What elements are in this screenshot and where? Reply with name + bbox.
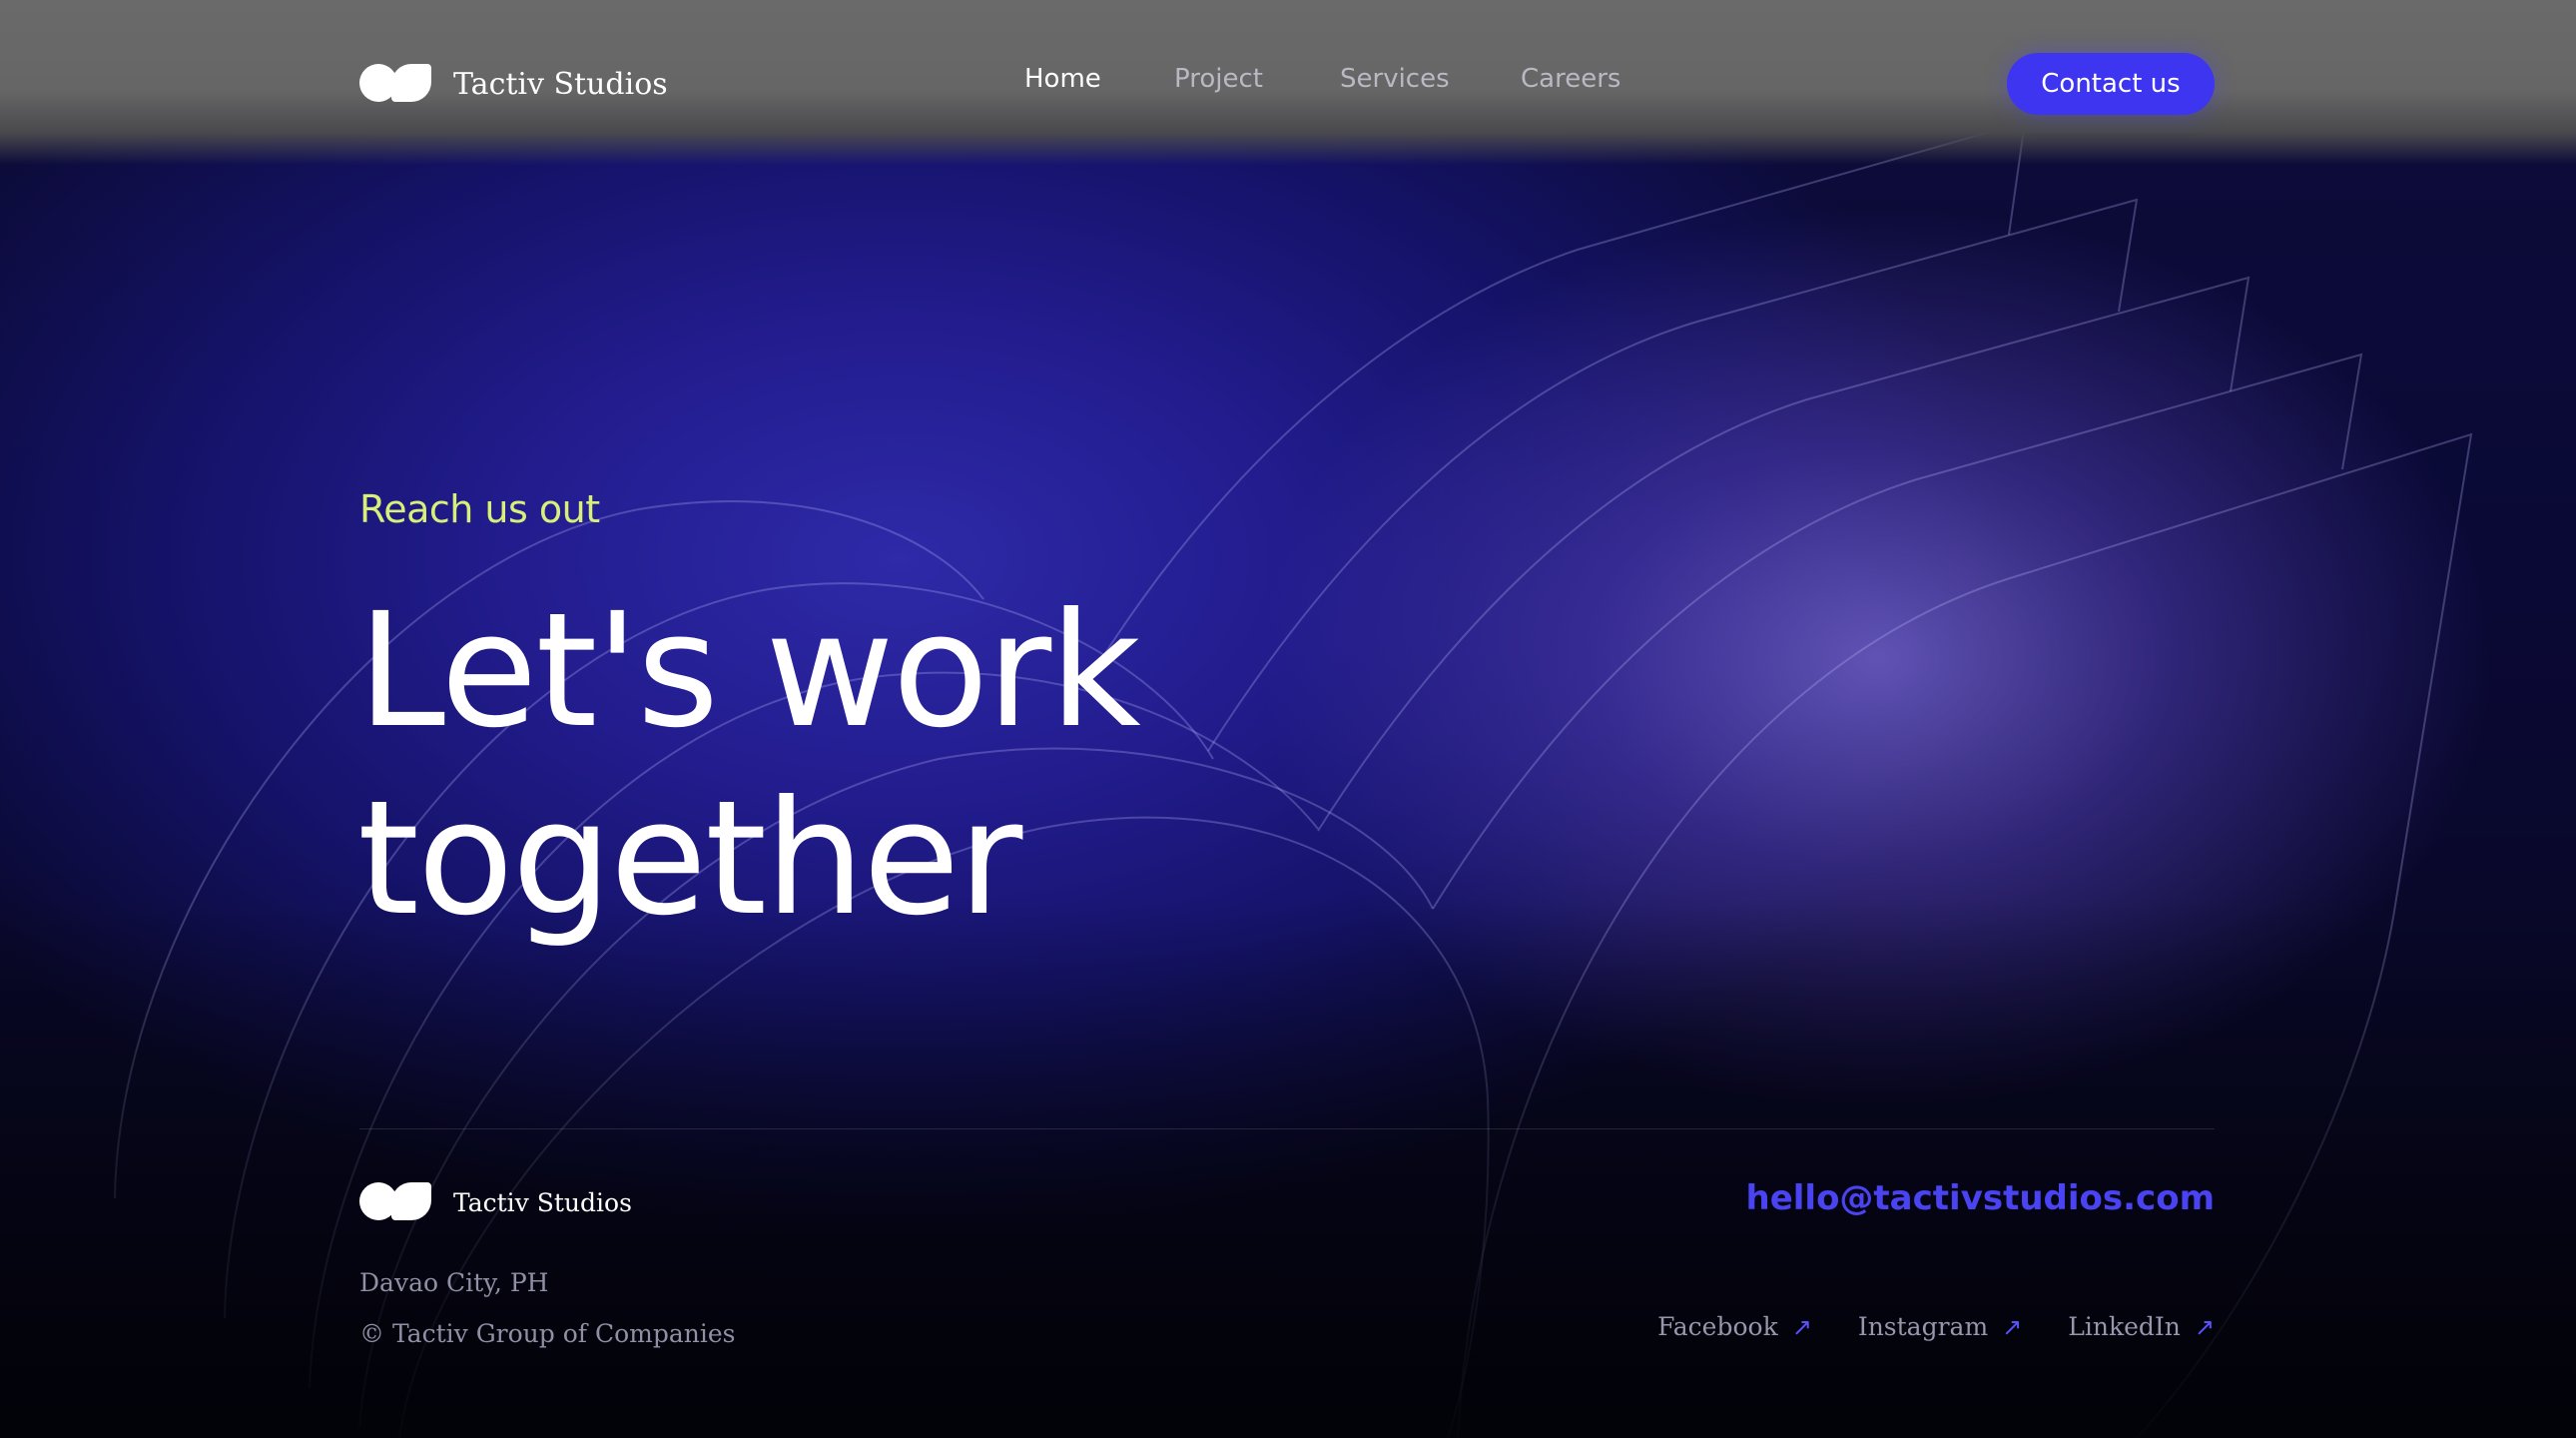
nav-item-project[interactable]: Project: [1174, 64, 1263, 94]
social-link-facebook[interactable]: Facebook ↗: [1657, 1312, 1812, 1341]
tactiv-logo-icon: [359, 1182, 431, 1222]
nav-item-home[interactable]: Home: [1024, 64, 1101, 94]
top-navbar: Tactiv Studios Home Project Services Car…: [0, 0, 2576, 165]
social-label: LinkedIn: [2068, 1312, 2181, 1341]
social-link-linkedin[interactable]: LinkedIn ↗: [2068, 1312, 2215, 1341]
footer-logo[interactable]: Tactiv Studios: [359, 1182, 632, 1222]
nav-item-services[interactable]: Services: [1340, 64, 1450, 94]
social-link-instagram[interactable]: Instagram ↗: [1858, 1312, 2022, 1341]
footer-brand-name: Tactiv Studios: [453, 1187, 632, 1217]
nav-item-careers[interactable]: Careers: [1521, 64, 1620, 94]
contact-us-button[interactable]: Contact us: [2007, 53, 2215, 115]
footer-location: Davao City, PH: [359, 1268, 549, 1297]
footer-copyright: © Tactiv Group of Companies: [359, 1319, 736, 1348]
social-label: Facebook: [1657, 1312, 1778, 1341]
brand-name: Tactiv Studios: [453, 66, 668, 102]
contact-email-link[interactable]: hello@tactivstudios.com: [1746, 1178, 2216, 1218]
headline-line-1: Let's work: [357, 579, 1141, 763]
tactiv-logo-icon: [359, 64, 431, 104]
footer-divider: [359, 1128, 2215, 1129]
social-label: Instagram: [1857, 1312, 1989, 1341]
brand-logo[interactable]: Tactiv Studios: [359, 64, 668, 104]
headline-line-2: together: [357, 767, 1022, 951]
social-links: Facebook ↗ Instagram ↗ LinkedIn ↗: [1657, 1312, 2215, 1341]
arrow-up-right-icon: ↗: [2002, 1312, 2023, 1341]
bottom-fade: [0, 899, 2576, 1438]
hero-eyebrow: Reach us out: [359, 487, 600, 531]
hero-headline: Let's work together: [357, 577, 1141, 953]
arrow-up-right-icon: ↗: [1791, 1312, 1812, 1341]
arrow-up-right-icon: ↗: [2194, 1312, 2215, 1341]
